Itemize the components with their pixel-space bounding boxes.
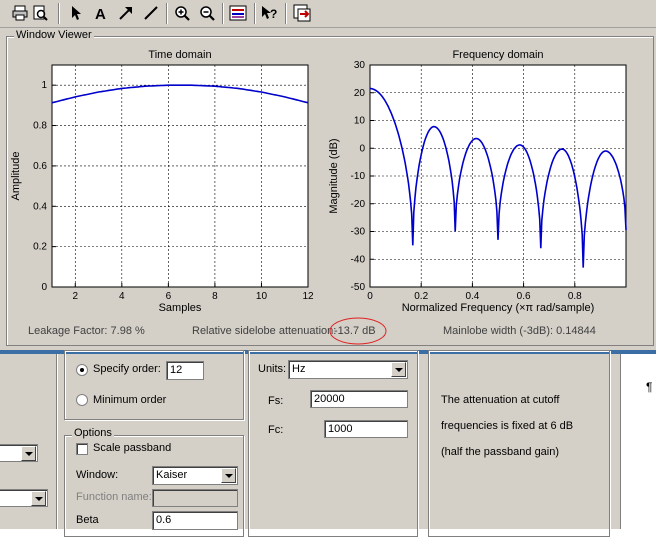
select-arrow-icon[interactable] [66,3,86,23]
minimum-order-label: Minimum order [93,394,167,406]
x-tick-label: 8 [212,291,218,302]
filter-spec-panel: Specify order: 12 Minimum order Options … [0,350,656,537]
plot-title: Frequency domain [452,49,543,61]
units-select-value: Hz [292,363,306,375]
y-tick-label: 0.2 [33,242,47,253]
y-tick-label: 0.4 [33,201,47,212]
specify-order-radio[interactable] [76,364,88,376]
y-axis-label: Amplitude [10,152,22,201]
beta-label: Beta [76,514,99,526]
info-group [428,350,610,537]
info-line-3: (half the passband gain) [441,446,560,458]
zoom-out-icon[interactable] [197,3,217,23]
toolbar-separator [222,3,224,24]
svg-text:A: A [95,6,106,21]
y-tick-label: 10 [354,116,366,127]
y-tick-label: 30 [354,60,366,71]
plot-title: Time domain [148,49,211,61]
y-tick-label: 0 [41,282,47,293]
x-tick-label: 0.6 [517,291,531,302]
window-label: Window: [76,469,119,481]
pilcrow-mark: ¶ [646,380,653,394]
units-label: Units: [258,363,287,375]
y-tick-label: -50 [351,282,366,293]
x-tick-label: 0.2 [414,291,428,302]
y-tick-label: 0.6 [33,161,47,172]
filter-order-group [64,350,244,420]
sidelobe-attenuation-label: Relative sidelobe attenuation: [192,325,337,337]
fs-input[interactable]: 20000 [310,390,408,408]
plot-area [52,65,308,287]
x-tick-label: 0.8 [568,291,582,302]
x-axis-label: Normalized Frequency (×π rad/sample) [402,302,595,314]
scale-passband-label: Scale passband [93,442,172,454]
function-name-input [152,489,238,507]
info-line-1: The attenuation at cutoff [441,394,560,406]
x-tick-label: 10 [256,291,268,302]
toolbar-separator [285,3,287,24]
toolbar: A ? [0,0,656,28]
toolbar-separator [166,3,168,24]
window-viewer-panel: Window Viewer 2 4 6 8 10 12 0 0.2 0.4 0.6 0.8 1 Time… [0,28,656,352]
chevron-down-icon[interactable] [31,491,46,506]
toolbar-separator [58,3,60,24]
zoom-in-icon[interactable] [172,3,192,23]
y-tick-label: 20 [354,88,366,99]
x-tick-label: 6 [166,291,172,302]
y-axis-label: Magnitude (dB) [328,138,340,213]
x-tick-label: 12 [302,291,314,302]
legend-icon[interactable] [228,3,248,23]
x-tick-label: 0 [367,291,373,302]
fc-input[interactable]: 1000 [324,420,408,438]
beta-input[interactable]: 0.6 [152,511,238,530]
x-tick-label: 2 [72,291,78,302]
units-select[interactable]: Hz [288,360,408,379]
minimum-order-radio[interactable] [76,394,88,406]
chevron-down-icon[interactable] [21,446,36,461]
insert-arrow-icon[interactable] [116,3,136,23]
y-tick-label: -20 [351,199,366,210]
full-view-icon[interactable] [292,3,312,23]
info-line-2: frequencies is fixed at 6 dB [441,420,574,432]
leakage-factor: Leakage Factor: 7.98 % [28,325,145,337]
insert-text-icon[interactable]: A [91,3,111,23]
window-select[interactable]: Kaiser [152,466,238,485]
y-tick-label: -10 [351,171,366,182]
y-tick-label: 0 [359,143,365,154]
insert-line-icon[interactable] [141,3,161,23]
chevron-down-icon[interactable] [391,362,406,377]
mainlobe-width: Mainlobe width (-3dB): 0.14844 [443,325,596,337]
frequency-domain-plot: 0 0.2 0.4 0.6 0.8 -50 -40 -30 -20 -10 0 10 20 30 Frequ… [328,49,627,314]
window-select-value: Kaiser [156,469,188,481]
y-tick-label: -40 [351,254,366,265]
print-icon[interactable] [10,3,30,23]
red-annotation-ellipse [329,317,387,345]
chevron-down-icon[interactable] [221,468,236,483]
fs-label: Fs: [268,395,284,407]
print-preview-icon[interactable] [30,3,50,23]
x-tick-label: 4 [119,291,125,302]
scale-passband-checkbox[interactable] [76,443,88,455]
y-tick-label: 1 [41,80,47,91]
column-divider [56,354,57,529]
y-tick-label: 0.8 [33,121,47,132]
order-input[interactable]: 12 [166,361,204,380]
left-combo-2[interactable] [0,489,48,507]
svg-text:?: ? [270,7,277,21]
y-tick-label: -30 [351,227,366,238]
x-axis-label: Samples [159,302,202,314]
plots-canvas: 2 4 6 8 10 12 0 0.2 0.4 0.6 0.8 1 Time domain Samples… [10,49,627,314]
x-tick-label: 0.4 [465,291,479,302]
whats-this-icon[interactable]: ? [260,3,280,23]
function-name-label: Function name: [76,491,152,503]
options-title: Options [72,427,114,439]
time-domain-plot: 2 4 6 8 10 12 0 0.2 0.4 0.6 0.8 1 Time domain Samples… [10,49,314,314]
specify-order-label: Specify order: [93,363,161,375]
fc-label: Fc: [268,424,284,436]
toolbar-separator [254,3,256,24]
left-combo-1[interactable] [0,444,38,462]
